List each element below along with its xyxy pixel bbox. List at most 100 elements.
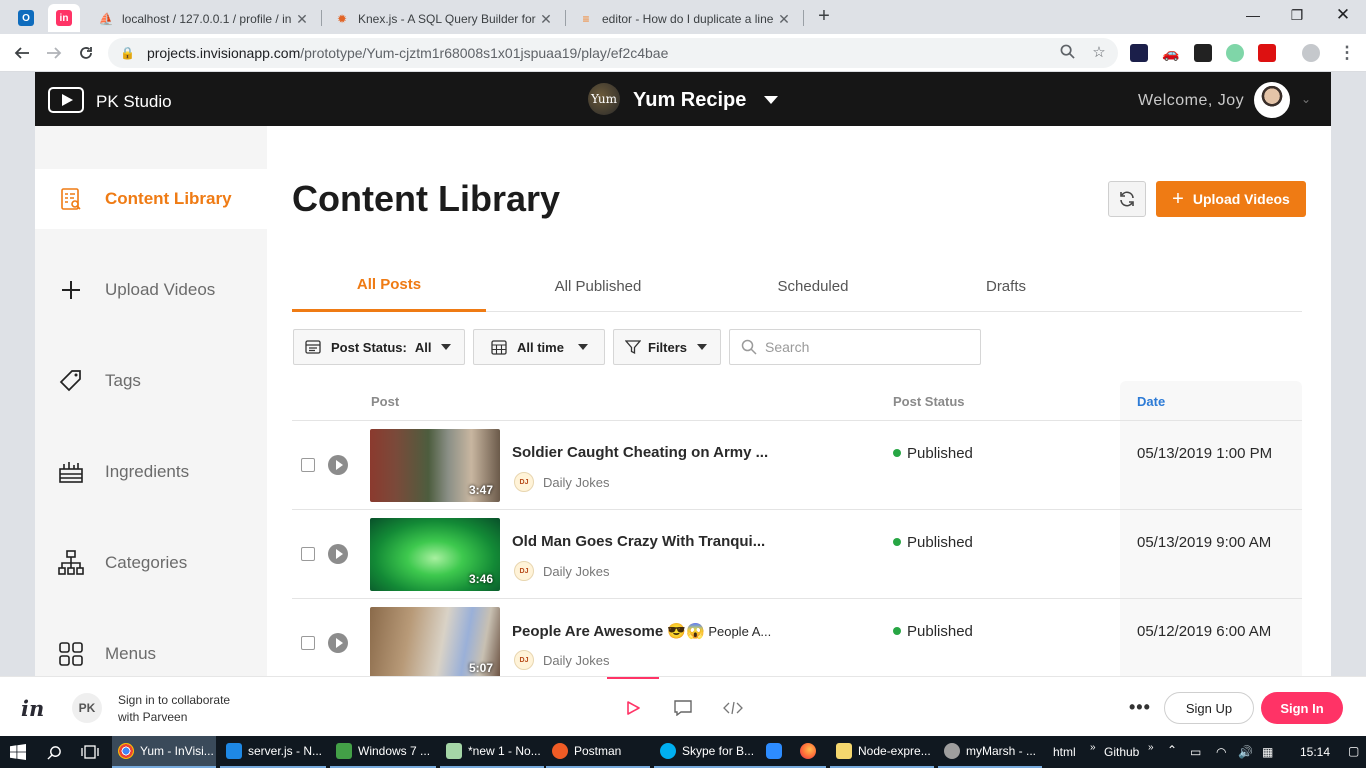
avatar[interactable]: PK <box>72 693 102 723</box>
browser-menu-icon[interactable]: ⋮ <box>1334 40 1360 66</box>
browser-tab-knex[interactable]: ✹ Knex.js - A SQL Query Builder for ✕ <box>324 4 564 34</box>
close-tab-icon[interactable]: ✕ <box>776 11 792 28</box>
close-tab-icon[interactable]: ✕ <box>538 11 554 28</box>
tab-drafts[interactable]: Drafts <box>910 260 1102 312</box>
tab-all-posts[interactable]: All Posts <box>292 260 486 312</box>
extension-icon[interactable]: 🚗 <box>1162 44 1180 62</box>
time-range-filter[interactable]: All time <box>473 329 605 365</box>
extension-icon[interactable] <box>1194 44 1212 62</box>
chevron-down-icon[interactable]: ⌄ <box>1301 92 1311 106</box>
sidebar-item-ingredients[interactable]: Ingredients <box>35 442 267 502</box>
search-input[interactable] <box>765 339 965 355</box>
search-icon[interactable] <box>36 736 72 768</box>
close-tab-icon[interactable]: ✕ <box>294 11 310 28</box>
sign-in-button[interactable]: Sign In <box>1261 692 1343 724</box>
column-header-date[interactable]: Date <box>1137 394 1165 409</box>
taskbar-item-postman[interactable]: Postman <box>546 736 650 768</box>
preview-mode-button[interactable] <box>621 696 645 720</box>
inspect-mode-button[interactable] <box>721 696 745 720</box>
taskbar-item-skype[interactable]: Skype for B... <box>654 736 758 768</box>
sidebar-item-menus[interactable]: Menus <box>35 624 267 676</box>
row-checkbox[interactable] <box>301 458 315 472</box>
play-icon[interactable] <box>328 544 348 564</box>
minimize-button[interactable]: — <box>1230 0 1276 30</box>
video-thumbnail[interactable]: 3:47 <box>370 429 500 502</box>
column-header-post-status[interactable]: Post Status <box>893 394 965 409</box>
taskbar-item-notepad[interactable]: *new 1 - No... <box>440 736 544 768</box>
reload-button[interactable] <box>73 40 99 66</box>
taskbar-item-chrome[interactable]: Yum - InVisi... <box>112 736 216 768</box>
refresh-button[interactable] <box>1108 181 1146 217</box>
bookmark-star-icon[interactable]: ☆ <box>1090 44 1108 62</box>
task-view-icon[interactable] <box>72 736 108 768</box>
taskbar-item-windows7[interactable]: Windows 7 ... <box>330 736 436 768</box>
row-checkbox[interactable] <box>301 636 315 650</box>
extension-icon[interactable] <box>1258 44 1276 62</box>
start-button[interactable] <box>0 736 36 768</box>
forward-button[interactable] <box>41 40 67 66</box>
video-thumbnail[interactable]: 5:07 <box>370 607 500 676</box>
table-row[interactable]: 5:07 People Are Awesome 😎😱 People A... D… <box>292 599 1302 676</box>
tab-scheduled[interactable]: Scheduled <box>717 260 909 312</box>
video-thumbnail[interactable]: 3:46 <box>370 518 500 591</box>
wifi-icon[interactable]: ◠ <box>1216 745 1226 759</box>
maximize-button[interactable]: ❐ <box>1274 0 1320 30</box>
upload-videos-button[interactable]: + Upload Videos <box>1156 181 1306 217</box>
channel-logo: DJ <box>514 561 534 581</box>
taskbar-item-node-express[interactable]: Node-expre... <box>830 736 934 768</box>
keyboard-icon[interactable]: ▦ <box>1262 745 1273 759</box>
post-title[interactable]: People Are Awesome 😎😱 People A... <box>512 622 771 640</box>
taskbar-item-mymarsh[interactable]: myMarsh - ... <box>938 736 1042 768</box>
sidebar-item-upload-videos[interactable]: Upload Videos <box>35 260 267 320</box>
zoom-icon[interactable] <box>756 736 792 768</box>
sign-up-button[interactable]: Sign Up <box>1164 692 1254 724</box>
post-title[interactable]: Soldier Caught Cheating on Army ... <box>512 444 768 461</box>
status-dot <box>893 538 901 546</box>
firefox-icon[interactable] <box>790 736 826 768</box>
profile-avatar-icon[interactable] <box>1302 44 1320 62</box>
search-page-icon[interactable] <box>1058 44 1076 62</box>
tab-all-published[interactable]: All Published <box>502 260 694 312</box>
chevron-down-icon[interactable] <box>764 96 778 104</box>
vscode-icon <box>226 743 242 759</box>
table-row[interactable]: 3:46 Old Man Goes Crazy With Tranqui... … <box>292 510 1302 599</box>
extension-icon[interactable] <box>1130 44 1148 62</box>
pinned-tab-invision[interactable]: in <box>48 4 80 32</box>
status-dot <box>893 449 901 457</box>
tray-up-arrow-icon[interactable]: ⌃ <box>1167 743 1177 757</box>
row-checkbox[interactable] <box>301 547 315 561</box>
extension-icon[interactable] <box>1226 44 1244 62</box>
battery-icon[interactable]: ▭ <box>1190 745 1201 759</box>
new-tab-button[interactable]: + <box>812 5 836 29</box>
refresh-icon <box>1120 191 1134 207</box>
post-status-filter[interactable]: Post Status: All <box>293 329 465 365</box>
volume-icon[interactable]: 🔊 <box>1238 745 1253 759</box>
pinned-tab-outlook[interactable]: O <box>10 4 42 32</box>
back-button[interactable] <box>9 40 35 66</box>
post-title[interactable]: Old Man Goes Crazy With Tranqui... <box>512 533 765 550</box>
browser-tab-stackoverflow[interactable]: ≡ editor - How do I duplicate a line ✕ <box>568 4 802 34</box>
sidebar-item-tags[interactable]: Tags <box>35 351 267 411</box>
filters-dropdown[interactable]: Filters <box>613 329 721 365</box>
sidebar-item-categories[interactable]: Categories <box>35 533 267 593</box>
more-options-icon[interactable]: ••• <box>1129 697 1151 718</box>
user-avatar[interactable] <box>1254 82 1290 118</box>
sidebar-item-content-library[interactable]: Content Library <box>35 169 267 229</box>
taskbar-item-vscode[interactable]: server.js - N... <box>220 736 326 768</box>
address-bar[interactable]: 🔒 projects.invisionapp.com/prototype/Yum… <box>108 38 1118 68</box>
table-row[interactable]: 3:47 Soldier Caught Cheating on Army ...… <box>292 421 1302 510</box>
play-icon[interactable] <box>328 455 348 475</box>
play-icon[interactable] <box>328 633 348 653</box>
close-window-button[interactable]: ✕ <box>1320 0 1366 30</box>
clock[interactable]: 15:14 <box>1300 745 1330 759</box>
project-name[interactable]: Yum Recipe <box>633 89 746 112</box>
chevron-right-icon[interactable]: » <box>1090 742 1096 753</box>
chevron-right-icon[interactable]: » <box>1148 742 1154 753</box>
column-header-post[interactable]: Post <box>371 394 399 409</box>
comment-mode-button[interactable] <box>671 696 695 720</box>
notifications-icon[interactable]: ▢ <box>1348 744 1359 758</box>
invision-logo[interactable]: in <box>21 696 44 721</box>
toolbar-html[interactable]: html <box>1053 745 1076 759</box>
toolbar-github[interactable]: Github <box>1104 745 1139 759</box>
browser-tab-phpmyadmin[interactable]: ⛵ localhost / 127.0.0.1 / profile / in ✕ <box>88 4 320 34</box>
